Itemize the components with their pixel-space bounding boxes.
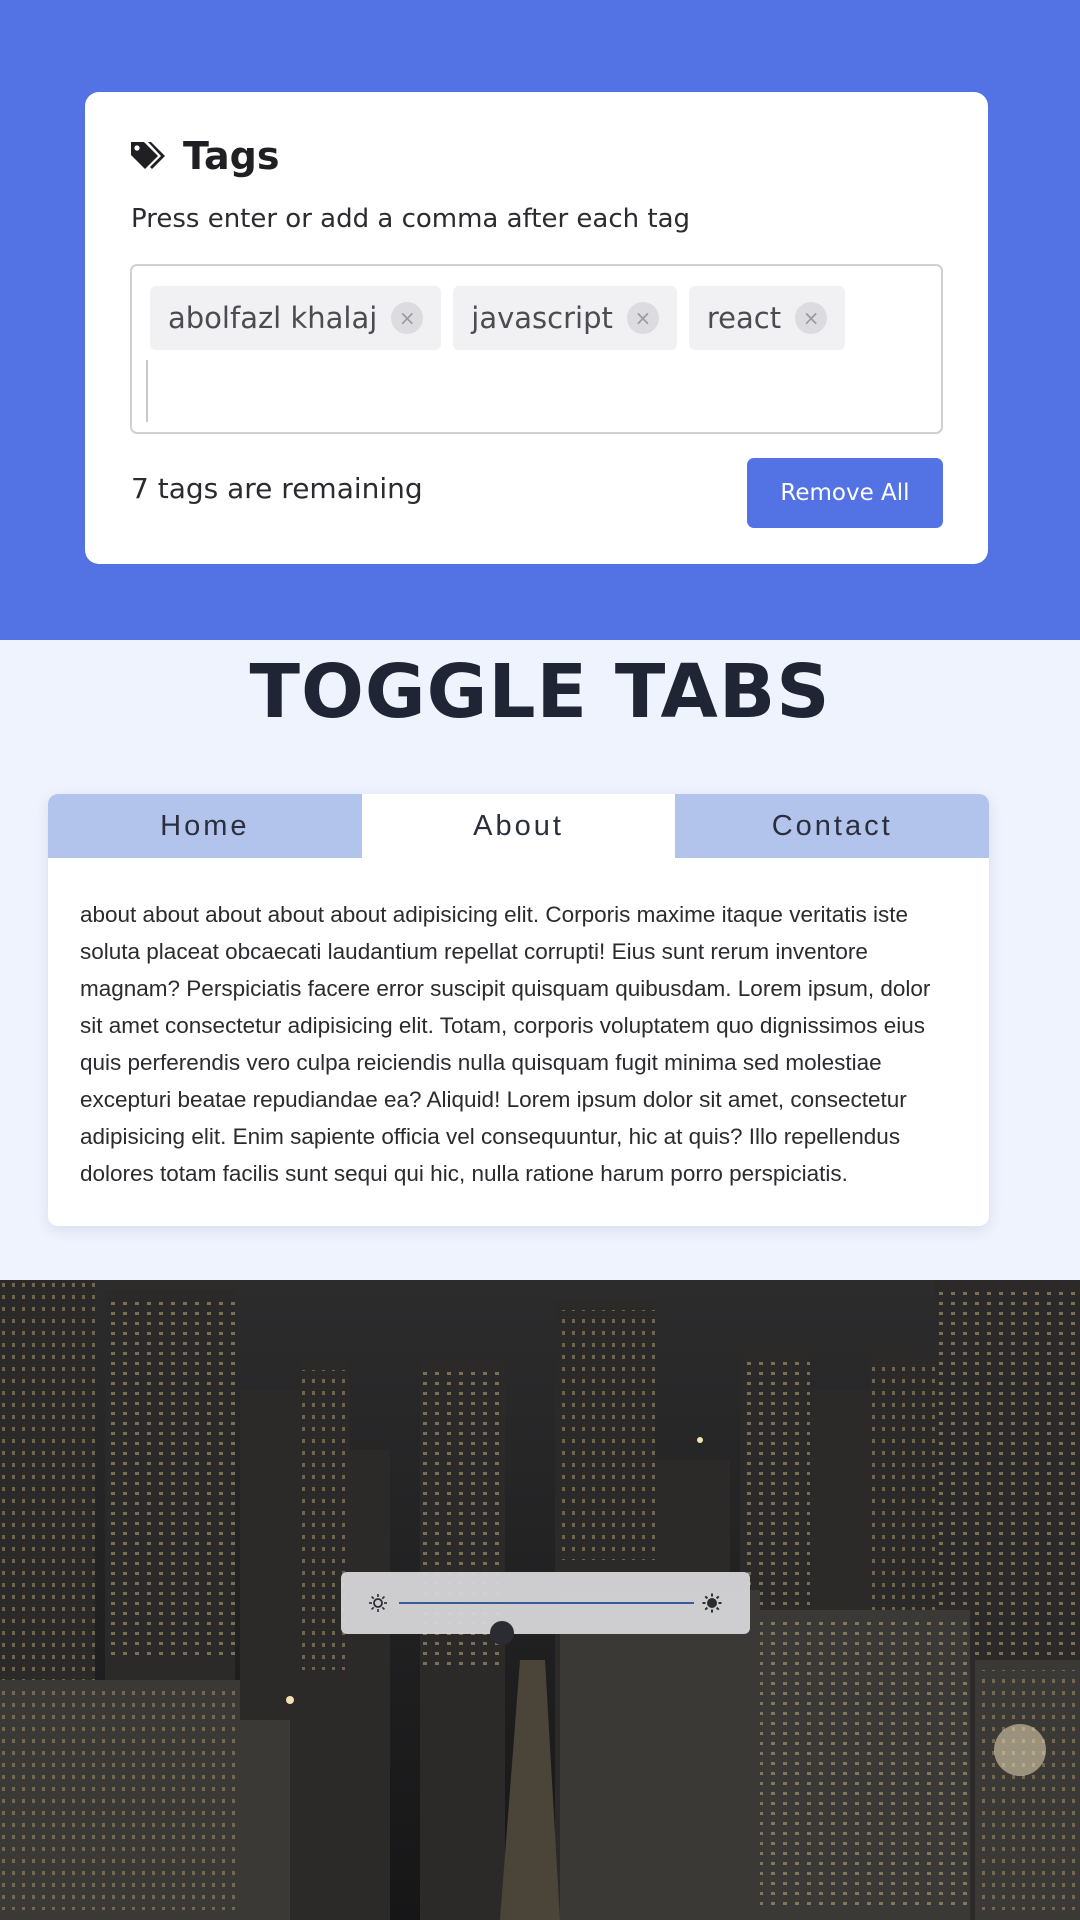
tab-about[interactable]: About — [361, 794, 676, 858]
sun-large-icon — [702, 1593, 722, 1613]
tags-list: abolfazl khalaj × javascript × react × — [150, 286, 846, 350]
tab-contact[interactable]: Contact — [675, 794, 989, 858]
remove-all-button[interactable]: Remove All — [747, 458, 943, 528]
tab-home[interactable]: Home — [48, 794, 362, 858]
tags-input-box[interactable]: abolfazl khalaj × javascript × react × — [130, 264, 943, 434]
tag-label: react — [706, 301, 782, 335]
tags-remaining-count: 7 tags are remaining — [131, 472, 423, 505]
tag-icon — [129, 139, 169, 173]
tags-header: Tags — [129, 134, 279, 178]
brightness-slider-panel — [341, 1572, 750, 1645]
brightness-section — [0, 1280, 1080, 1920]
tags-hint: Press enter or add a comma after each ta… — [131, 204, 690, 234]
tag-chip: javascript × — [453, 286, 677, 350]
tag-label: javascript — [471, 301, 613, 335]
tabs-card: Home About Contact about about about abo… — [48, 794, 989, 1226]
tags-card: Tags Press enter or add a comma after ea… — [85, 92, 988, 564]
toggle-tabs-section: TOGGLE TABS Home About Contact about abo… — [0, 640, 1080, 1280]
toggle-tabs-heading: TOGGLE TABS — [249, 649, 831, 735]
tags-section: Tags Press enter or add a comma after ea… — [0, 0, 1080, 640]
tag-text-input[interactable] — [146, 360, 926, 422]
close-icon[interactable]: × — [626, 302, 659, 334]
close-icon[interactable]: × — [391, 302, 424, 334]
tag-chip: abolfazl khalaj × — [150, 286, 442, 350]
close-icon[interactable]: × — [795, 302, 828, 334]
tab-panel-text: about about about about about adipisicin… — [80, 902, 931, 1186]
sun-small-icon — [369, 1594, 387, 1612]
tags-title: Tags — [183, 134, 280, 178]
brightness-slider-track[interactable] — [399, 1602, 694, 1645]
tag-label: abolfazl khalaj — [168, 301, 378, 335]
tab-bar: Home About Contact — [48, 794, 989, 858]
tag-chip: react × — [688, 286, 846, 350]
